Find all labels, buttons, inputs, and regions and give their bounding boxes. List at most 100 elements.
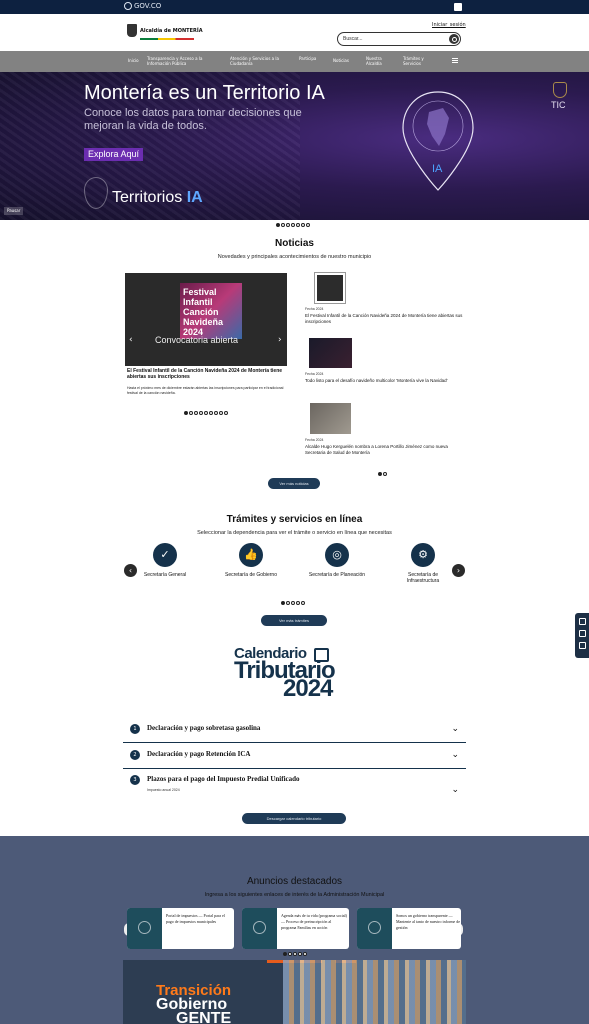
chevron-left-icon[interactable]: ‹ [129, 335, 133, 345]
hero-carousel-dots[interactable] [276, 223, 310, 227]
anuncios-title: Anuncios destacados [246, 876, 343, 887]
carousel-dot[interactable] [283, 952, 287, 956]
carousel-dot[interactable] [301, 223, 305, 227]
search-box[interactable] [337, 32, 461, 46]
carousel-dot[interactable] [189, 411, 193, 415]
carousel-dot[interactable] [286, 601, 290, 605]
carousel-dot[interactable] [276, 223, 280, 227]
chevron-right-icon[interactable]: › [452, 564, 465, 577]
news-title-link[interactable]: Todo listo para el desafío navideño mult… [305, 378, 465, 384]
carousel-dot[interactable] [383, 472, 387, 476]
service-item-planeacion[interactable]: ◎ Secretaría de Planeación [307, 543, 367, 578]
featured-news-title[interactable]: El Festival Infantil de la Canción Navid… [127, 368, 287, 380]
govco-icon [124, 2, 132, 10]
carousel-dot[interactable] [291, 223, 295, 227]
govco-logo[interactable]: GOV.CO [124, 2, 161, 10]
side-news-dots[interactable] [378, 472, 387, 476]
anuncio-card-programa[interactable]: Agenda más de tu vida (programa social) … [242, 908, 349, 949]
download-calendar-button[interactable]: Descargar calendario tributario [242, 813, 346, 824]
alcaldia-logo[interactable]: Alcaldía de MONTERÍA [127, 24, 203, 40]
tramites-subtitle: Seleccionar la dependencia para ver el t… [197, 530, 392, 536]
carousel-dot[interactable] [301, 601, 305, 605]
carousel-dot[interactable] [194, 411, 198, 415]
accessibility-icon[interactable] [454, 3, 462, 11]
carousel-dot[interactable] [303, 952, 307, 956]
carousel-dot[interactable] [296, 601, 300, 605]
news-date: Fecha 2024 [305, 372, 324, 376]
nav-item-transparencia[interactable]: Transparencia y Acceso a la Información … [147, 56, 217, 66]
carousel-dot[interactable] [219, 411, 223, 415]
svg-text:IA: IA [432, 163, 443, 175]
chevron-right-icon[interactable]: › [278, 335, 282, 345]
anuncios-dots[interactable] [283, 952, 307, 956]
accordion-item[interactable]: 3 Plazos para el pago del Impuesto Predi… [123, 769, 466, 799]
news-date: Fecha 2024 [305, 438, 324, 442]
accordion-item[interactable]: 2 Declaración y pago Retención ICA ⌄ [123, 743, 466, 769]
nav-item-participa[interactable]: Participa [299, 56, 327, 61]
thumbs-up-icon: 👍 [239, 543, 263, 567]
chevron-down-icon[interactable]: ⌄ [451, 785, 459, 795]
hero-tagline: Territorios IA [112, 189, 203, 206]
carousel-dot[interactable] [214, 411, 218, 415]
hero-title: Montería es un Territorio IA [84, 82, 325, 104]
service-item-general[interactable]: ✓ Secretaría General [135, 543, 195, 578]
carousel-dot[interactable] [288, 952, 292, 956]
carousel-dot[interactable] [224, 411, 228, 415]
contrast-icon[interactable] [578, 618, 586, 625]
tramites-dots[interactable] [281, 601, 305, 605]
text-size-icon[interactable] [578, 630, 586, 637]
carousel-dot[interactable] [209, 411, 213, 415]
transicion-banner[interactable]: Transición Gobierno GENTE [123, 960, 466, 1024]
accordion-item[interactable]: 1 Declaración y pago sobretasa gasolina … [123, 718, 466, 743]
carousel-dot[interactable] [293, 952, 297, 956]
menu-icon[interactable] [452, 58, 458, 63]
chevron-down-icon[interactable]: ⌄ [451, 724, 459, 734]
tic-emblem-icon [553, 82, 567, 98]
nav-item-tramites[interactable]: Trámites y Servicios [403, 56, 435, 66]
gov-bar: GOV.CO [0, 0, 589, 14]
pause-button[interactable]: Pausar [4, 207, 24, 215]
crowd-photo [283, 960, 466, 1024]
carousel-dot[interactable] [291, 601, 295, 605]
featured-news-image[interactable]: Festival Infantil Canción Navideña 2024 … [125, 273, 287, 366]
carousel-dot[interactable] [306, 223, 310, 227]
explore-button[interactable]: Explora Aquí [84, 148, 144, 161]
nav-item-noticias[interactable]: Noticias [333, 58, 349, 63]
nav-item-atencion[interactable]: Atención y Servicios a la Ciudadanía [230, 56, 288, 66]
service-item-infraestructura[interactable]: ⚙ Secretaría de Infraestructura [393, 543, 453, 584]
carousel-dot[interactable] [281, 601, 285, 605]
anuncio-card-impuestos[interactable]: Portal de impuestos — Portal para el pag… [127, 908, 234, 949]
hero-banner[interactable]: Montería es un Territorio IA Conoce los … [0, 72, 589, 220]
nav-item-alcaldia[interactable]: Nuestra Alcaldía [366, 56, 391, 66]
carousel-dot[interactable] [204, 411, 208, 415]
carousel-dot[interactable] [286, 223, 290, 227]
news-title-link[interactable]: Alcalde Hugo Kerguelén nombra a Lorena P… [305, 444, 465, 456]
search-icon[interactable] [449, 34, 459, 44]
tax-icon [127, 908, 162, 949]
more-news-button[interactable]: Ver más noticias [268, 478, 320, 489]
carousel-dot[interactable] [296, 223, 300, 227]
tic-logo: TIC [551, 100, 566, 110]
accessibility-sidebar[interactable] [575, 613, 589, 658]
search-input[interactable] [343, 36, 443, 42]
carousel-dot[interactable] [378, 472, 382, 476]
accordion-title: Declaración y pago Retención ICA [147, 750, 251, 758]
carousel-dot[interactable] [199, 411, 203, 415]
tramites-title: Trámites y servicios en línea [226, 514, 363, 525]
site-header: Alcaldía de MONTERÍA Iniciar_sesión [0, 14, 589, 51]
accessibility-icon[interactable] [578, 642, 586, 649]
chevron-down-icon[interactable]: ⌄ [451, 750, 459, 760]
featured-news-desc: Hasta el próximo mes de diciembre estará… [127, 386, 284, 395]
service-item-gobierno[interactable]: 👍 Secretaría de Gobierno [221, 543, 281, 578]
news-title-link[interactable]: El Festival Infantil de la Canción Navid… [305, 313, 465, 325]
more-tramites-button[interactable]: Ver más trámites [261, 615, 327, 626]
gear-icon: ⚙ [411, 543, 435, 567]
carousel-dot[interactable] [281, 223, 285, 227]
service-label: Secretaría General [143, 572, 187, 578]
nav-item-inicio[interactable]: Inicio [128, 58, 139, 63]
carousel-dot[interactable] [298, 952, 302, 956]
carousel-dot[interactable] [184, 411, 188, 415]
anuncio-card-transparente[interactable]: Somos un gobierno transparente — Mantent… [357, 908, 461, 949]
login-link[interactable]: Iniciar_sesión [432, 22, 466, 28]
news-carousel-dots[interactable] [184, 411, 228, 415]
